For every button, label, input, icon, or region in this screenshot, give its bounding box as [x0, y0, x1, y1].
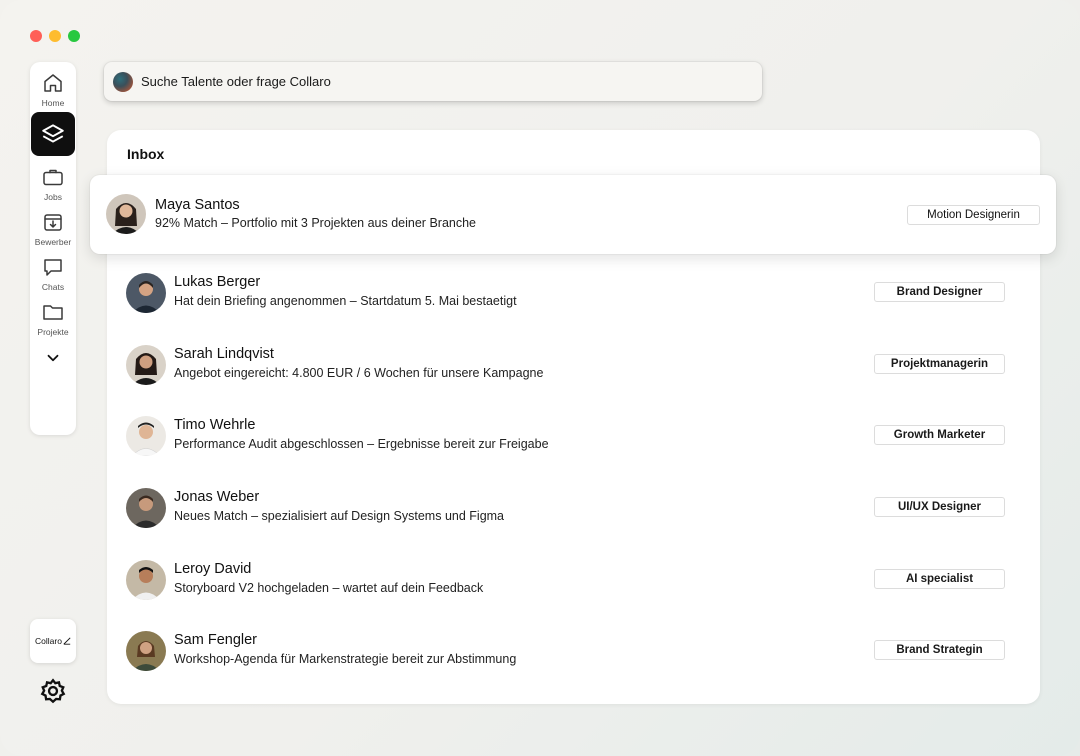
avatar [126, 631, 166, 671]
window-controls [30, 30, 80, 42]
avatar [126, 416, 166, 456]
avatar [126, 488, 166, 528]
minimize-window-button[interactable] [49, 30, 61, 42]
inbox-row[interactable]: Sarah Lindqvist Angebot eingereicht: 4.8… [107, 329, 1040, 401]
app-window: Home Jobs Bewerber Chats Projekte Collar… [0, 0, 1080, 756]
role-badge: AI specialist [874, 569, 1005, 589]
message-preview: 92% Match – Portfolio mit 3 Projekten au… [155, 216, 477, 230]
avatar [126, 560, 166, 600]
sidebar-more-button[interactable] [44, 349, 62, 367]
role-badge: Projektmanagerin [874, 354, 1005, 374]
avatar [126, 273, 166, 313]
message-preview: Workshop-Agenda für Markenstrategie bere… [174, 652, 517, 666]
inbox-row[interactable]: Sam Fengler Workshop-Agenda für Markenst… [107, 615, 1040, 687]
close-window-button[interactable] [30, 30, 42, 42]
message-preview: Neues Match – spezialisiert auf Design S… [174, 509, 505, 523]
contact-name: Sam Fengler [174, 632, 258, 648]
home-icon [44, 74, 62, 92]
message-preview: Storyboard V2 hochgeladen – wartet auf d… [174, 581, 484, 595]
contact-name: Jonas Weber [174, 489, 260, 505]
assistant-orb-icon [113, 71, 133, 92]
message-preview: Angebot eingereicht: 4.800 EUR / 6 Woche… [174, 366, 544, 380]
settings-button[interactable] [39, 677, 67, 705]
contact-name: Timo Wehrle [174, 417, 256, 433]
search-bar[interactable]: Suche Talente oder frage Collaro [104, 62, 762, 101]
sidebar-item-label: Home [41, 98, 65, 108]
sidebar-item-label: Chats [41, 282, 65, 292]
zoom-window-button[interactable] [68, 30, 80, 42]
sidebar-item-jobs[interactable]: Jobs [41, 165, 65, 202]
sidebar-item-label: Projekte [37, 327, 69, 337]
brand-logo-text: Collaro [35, 636, 62, 646]
chevron-down-icon [47, 354, 59, 362]
sidebar-item-chats[interactable]: Chats [41, 255, 65, 292]
sidebar-item-home[interactable]: Home [41, 71, 65, 108]
contact-name: Leroy David [174, 561, 252, 577]
role-badge: Motion Designerin [907, 205, 1040, 225]
sidebar-item-layers[interactable] [31, 112, 75, 156]
message-preview: Hat dein Briefing angenommen – Startdatu… [174, 294, 517, 308]
inbox-row[interactable]: Timo Wehrle Performance Audit abgeschlos… [107, 400, 1040, 472]
chat-icon [44, 259, 62, 276]
inbox-row[interactable]: Lukas Berger Hat dein Briefing angenomme… [107, 257, 1040, 329]
role-badge: Growth Marketer [874, 425, 1005, 445]
gear-icon [40, 678, 66, 704]
search-input[interactable]: Suche Talente oder frage Collaro [141, 74, 331, 89]
inbox-row[interactable]: Leroy David Storyboard V2 hochgeladen – … [107, 544, 1040, 616]
folder-icon [43, 305, 63, 320]
inbox-row[interactable]: Jonas Weber Neues Match – spezialisiert … [107, 472, 1040, 544]
logo-mark-icon [63, 637, 71, 645]
contact-name: Maya Santos [155, 197, 240, 213]
layers-icon [42, 124, 64, 143]
sidebar: Home Jobs Bewerber Chats Projekte [30, 62, 76, 435]
message-preview: Performance Audit abgeschlossen – Ergebn… [174, 437, 549, 451]
briefcase-icon [43, 169, 63, 186]
inbox-download-icon [44, 214, 62, 231]
inbox-title: Inbox [127, 146, 165, 162]
sidebar-item-bewerber[interactable]: Bewerber [35, 210, 71, 247]
role-badge: Brand Designer [874, 282, 1005, 302]
contact-name: Sarah Lindqvist [174, 346, 274, 362]
avatar [126, 345, 166, 385]
role-badge: Brand Strategin [874, 640, 1005, 660]
avatar [106, 194, 146, 234]
sidebar-item-label: Jobs [44, 192, 62, 202]
featured-inbox-row[interactable]: Maya Santos 92% Match – Portfolio mit 3 … [90, 175, 1056, 254]
contact-name: Lukas Berger [174, 274, 261, 290]
brand-logo-button[interactable]: Collaro [30, 619, 76, 663]
role-badge: UI/UX Designer [874, 497, 1005, 517]
sidebar-item-label: Bewerber [34, 237, 72, 247]
sidebar-item-projekte[interactable]: Projekte [37, 300, 69, 337]
